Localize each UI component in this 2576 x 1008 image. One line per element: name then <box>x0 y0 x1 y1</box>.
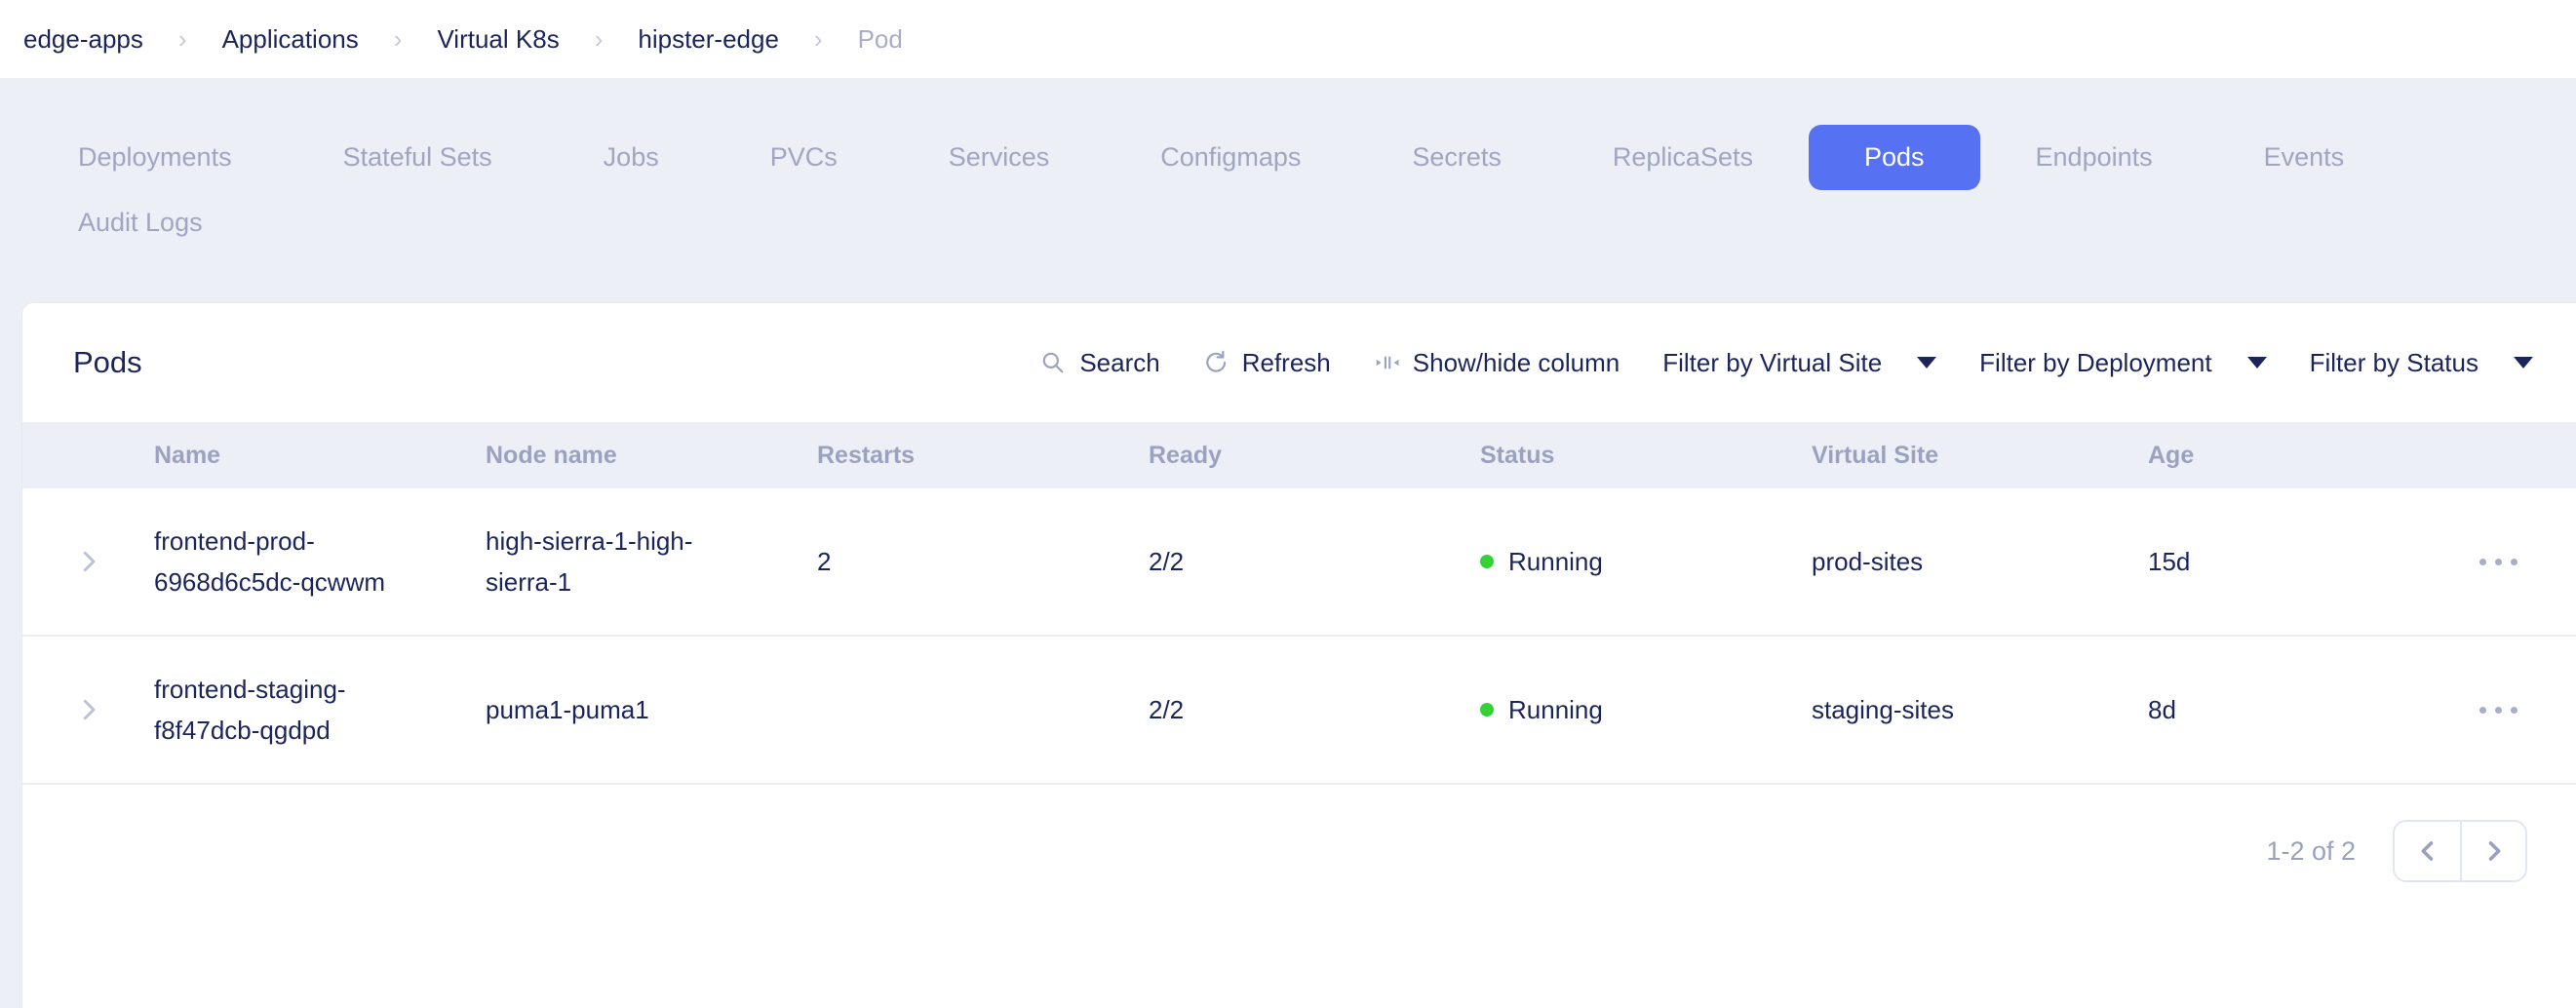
cell-virtual-site: prod-sites <box>1812 488 2148 635</box>
search-label: Search <box>1079 348 1159 378</box>
filter-deployment-dropdown[interactable]: Filter by Deployment <box>1979 348 2266 378</box>
filter-status-label: Filter by Status <box>2310 348 2478 378</box>
chevron-left-icon <box>2414 837 2441 865</box>
column-header-restarts: Restarts <box>817 422 1149 488</box>
column-expander <box>22 422 154 488</box>
filter-virtual-site-dropdown[interactable]: Filter by Virtual Site <box>1662 348 1936 378</box>
cell-pod-name: frontend-staging-f8f47dcb-qgdpd <box>154 637 486 783</box>
breadcrumb-current-page: Pod <box>858 24 903 55</box>
column-header-ready: Ready <box>1149 422 1480 488</box>
chevron-right-icon <box>74 695 103 724</box>
breadcrumb-item-applications[interactable]: Applications <box>222 24 359 55</box>
table-toolbar: Search Refresh Show/hide column <box>1040 348 2533 378</box>
tab-configmaps[interactable]: Configmaps <box>1105 125 1356 190</box>
chevron-down-icon <box>2247 357 2267 368</box>
pods-panel: Pods Search Refresh <box>21 302 2576 1008</box>
show-hide-column-button[interactable]: Show/hide column <box>1374 348 1620 378</box>
table-row: frontend-prod-6968d6c5dc-qcwwm high-sier… <box>22 488 2576 637</box>
page-title: Pods <box>73 345 142 380</box>
breadcrumb-item-virtual-k8s[interactable]: Virtual K8s <box>437 24 559 55</box>
tab-secrets[interactable]: Secrets <box>1356 125 1557 190</box>
refresh-button[interactable]: Refresh <box>1203 348 1331 378</box>
breadcrumb-separator-icon: › <box>814 24 823 55</box>
pagination-range-label: 1-2 of 2 <box>2266 836 2356 867</box>
filter-status-dropdown[interactable]: Filter by Status <box>2310 348 2533 378</box>
cell-node-name: puma1-puma1 <box>486 637 817 783</box>
breadcrumb-item-hipster-edge[interactable]: hipster-edge <box>638 24 779 55</box>
column-header-node-name: Node name <box>486 422 817 488</box>
refresh-label: Refresh <box>1242 348 1331 378</box>
tab-deployments[interactable]: Deployments <box>22 125 288 190</box>
status-running-dot <box>1480 703 1494 717</box>
row-expand-button[interactable] <box>22 488 154 635</box>
cell-age: 15d <box>2148 488 2421 635</box>
column-header-status: Status <box>1480 422 1812 488</box>
tab-endpoints[interactable]: Endpoints <box>1980 125 2208 190</box>
cell-status: Running <box>1480 637 1812 783</box>
cell-status: Running <box>1480 488 1812 635</box>
cell-restarts <box>817 637 1149 783</box>
column-header-name: Name <box>154 422 486 488</box>
pagination-buttons <box>2393 820 2527 882</box>
table-row: frontend-staging-f8f47dcb-qgdpd puma1-pu… <box>22 637 2576 785</box>
tab-pvcs[interactable]: PVCs <box>715 125 893 190</box>
ellipsis-icon <box>2511 707 2517 714</box>
next-page-button[interactable] <box>2460 822 2525 880</box>
search-icon <box>1040 350 1066 375</box>
tab-stateful-sets[interactable]: Stateful Sets <box>288 125 548 190</box>
previous-page-button[interactable] <box>2395 822 2460 880</box>
column-header-age: Age <box>2148 422 2421 488</box>
column-header-virtual-site: Virtual Site <box>1812 422 2148 488</box>
tab-pods[interactable]: Pods <box>1809 125 1980 190</box>
row-actions-menu-button[interactable] <box>2421 637 2576 783</box>
cell-virtual-site: staging-sites <box>1812 637 2148 783</box>
status-label: Running <box>1508 689 1603 730</box>
chevron-down-icon <box>2514 357 2533 368</box>
ellipsis-icon <box>2479 707 2486 714</box>
ellipsis-icon <box>2511 559 2517 565</box>
cell-restarts: 2 <box>817 488 1149 635</box>
breadcrumb-item-edge-apps[interactable]: edge-apps <box>23 24 143 55</box>
chevron-right-icon <box>74 547 103 576</box>
show-hide-column-label: Show/hide column <box>1413 348 1620 378</box>
show-hide-column-icon <box>1374 350 1399 375</box>
refresh-icon <box>1203 350 1229 375</box>
row-actions-menu-button[interactable] <box>2421 488 2576 635</box>
breadcrumb: edge-apps › Applications › Virtual K8s ›… <box>0 0 2576 78</box>
chevron-right-icon <box>2480 837 2508 865</box>
pagination: 1-2 of 2 <box>22 820 2576 882</box>
row-expand-button[interactable] <box>22 637 154 783</box>
breadcrumb-separator-icon: › <box>178 24 187 55</box>
breadcrumb-separator-icon: › <box>394 24 403 55</box>
status-running-dot <box>1480 555 1494 568</box>
cell-ready: 2/2 <box>1149 637 1480 783</box>
column-header-actions <box>2421 422 2576 488</box>
k8s-resource-tabs: Deployments Stateful Sets Jobs PVCs Serv… <box>0 78 2576 302</box>
tab-audit-logs[interactable]: Audit Logs <box>22 190 258 255</box>
table-header-row: Name Node name Restarts Ready Status Vir… <box>22 422 2576 488</box>
filter-virtual-site-label: Filter by Virtual Site <box>1662 348 1882 378</box>
chevron-down-icon <box>1917 357 1936 368</box>
breadcrumb-separator-icon: › <box>595 24 604 55</box>
cell-age: 8d <box>2148 637 2421 783</box>
tab-replicasets[interactable]: ReplicaSets <box>1557 125 1809 190</box>
ellipsis-icon <box>2479 559 2486 565</box>
status-label: Running <box>1508 541 1603 582</box>
tab-events[interactable]: Events <box>2208 125 2400 190</box>
search-button[interactable]: Search <box>1040 348 1159 378</box>
filter-deployment-label: Filter by Deployment <box>1979 348 2211 378</box>
panel-header: Pods Search Refresh <box>22 303 2576 422</box>
tab-services[interactable]: Services <box>893 125 1106 190</box>
ellipsis-icon <box>2495 707 2502 714</box>
cell-node-name: high-sierra-1-high-sierra-1 <box>486 488 817 635</box>
ellipsis-icon <box>2495 559 2502 565</box>
cell-pod-name: frontend-prod-6968d6c5dc-qcwwm <box>154 488 486 635</box>
cell-ready: 2/2 <box>1149 488 1480 635</box>
tab-jobs[interactable]: Jobs <box>548 125 715 190</box>
